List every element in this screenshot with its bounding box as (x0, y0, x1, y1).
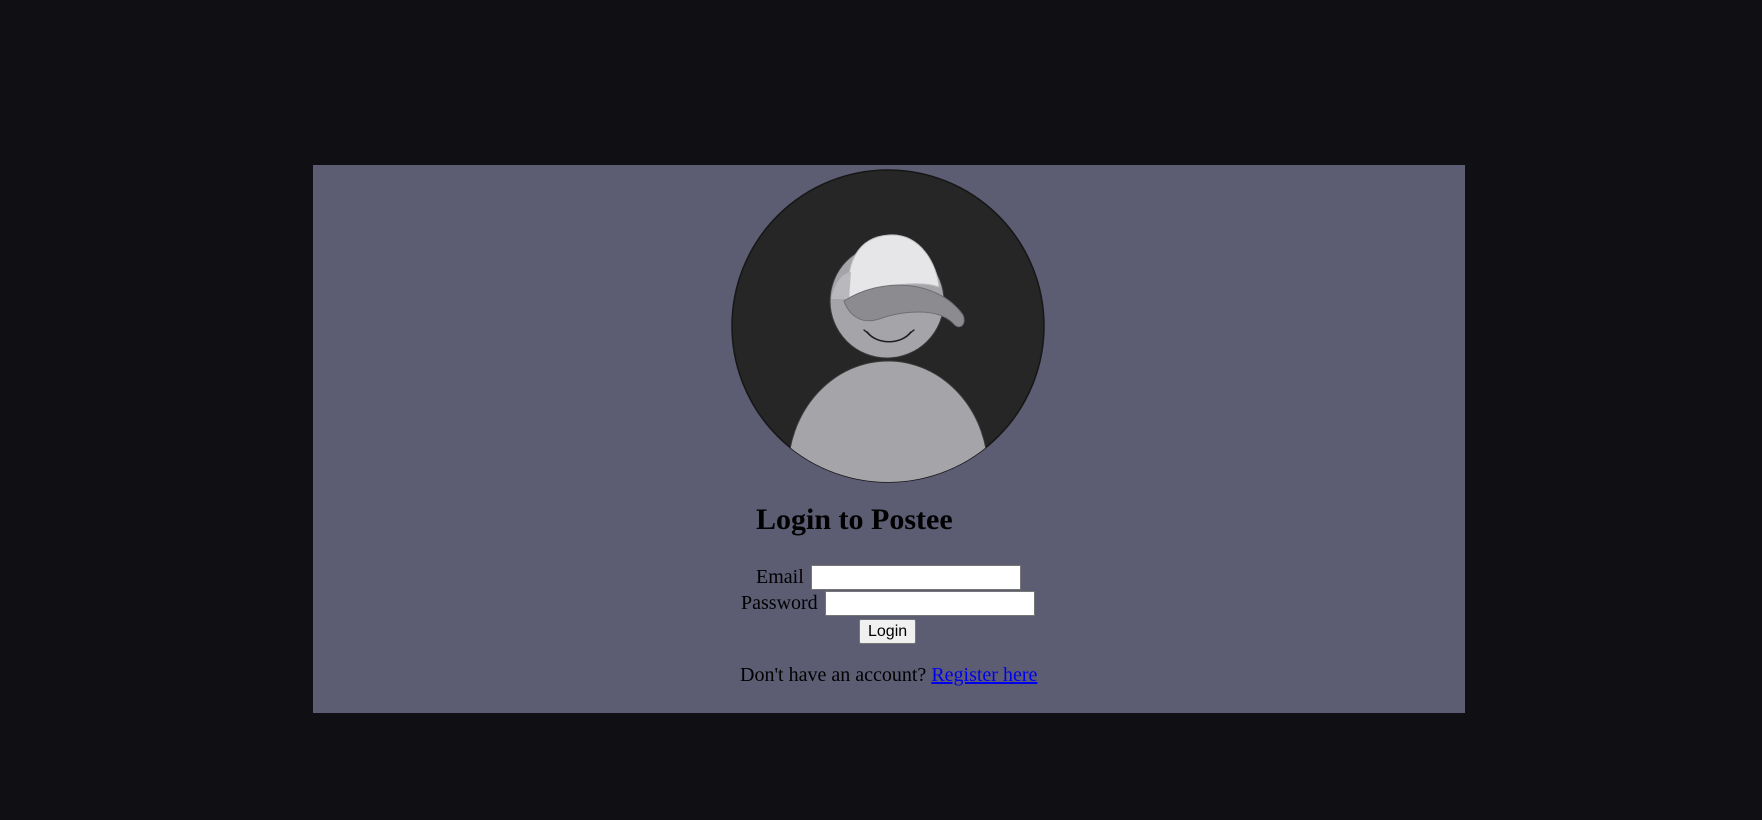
register-link[interactable]: Register here (931, 664, 1037, 686)
page-title: Login to Postee (756, 503, 953, 536)
email-label: Email (756, 566, 804, 588)
password-field[interactable] (824, 591, 1035, 616)
user-avatar-icon (731, 169, 1045, 483)
password-row: Password (741, 591, 1035, 616)
login-button[interactable]: Login (859, 619, 917, 644)
email-field[interactable] (810, 565, 1021, 590)
email-row: Email (756, 565, 1021, 590)
register-prompt-text: Don't have an account? (740, 664, 927, 686)
login-card: Login to Postee Email Password Login Don… (313, 165, 1465, 713)
register-prompt: Don't have an account? Register here (740, 664, 1037, 687)
password-label: Password (741, 592, 818, 614)
